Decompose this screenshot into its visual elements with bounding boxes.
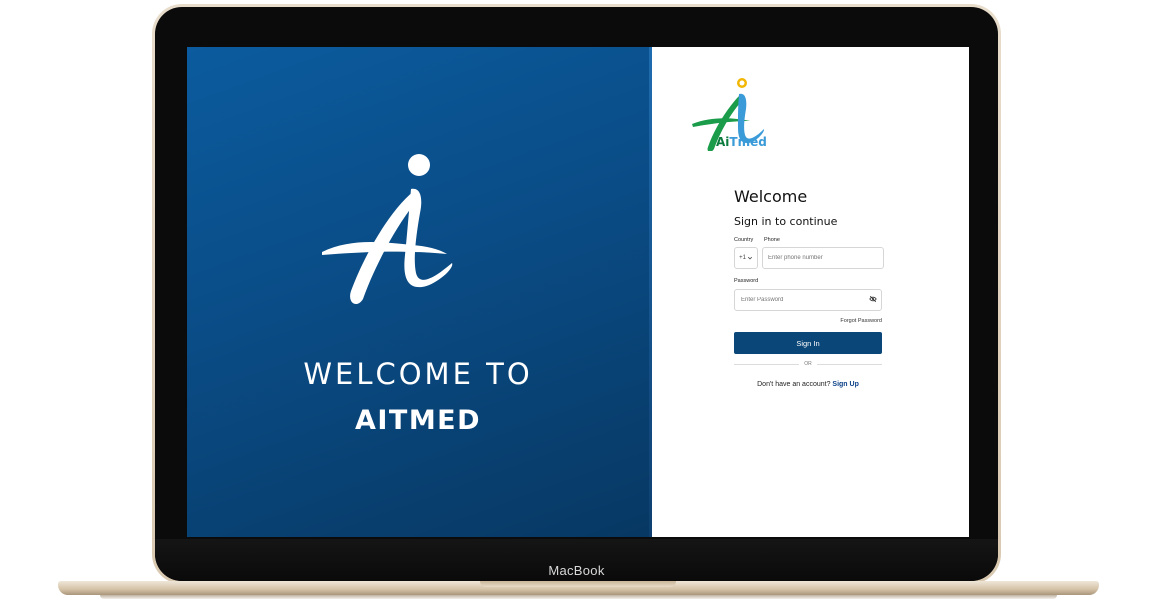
login-subtitle: Sign in to continue xyxy=(734,215,838,228)
hero-welcome-line2: AITMED xyxy=(354,405,482,436)
screen: WELCOME TO AITMED AiTmed Welcome Sign in… xyxy=(187,47,969,537)
base-foot xyxy=(100,595,1057,599)
bezel-chin: MacBook xyxy=(155,539,998,581)
password-field xyxy=(734,288,884,311)
phone-label: Phone xyxy=(764,237,780,243)
separator-line xyxy=(816,363,882,365)
base-notch xyxy=(480,581,676,587)
phone-row: +1 xyxy=(734,247,884,269)
login-title: Welcome xyxy=(734,187,808,206)
logo-wordmark: AiTmed xyxy=(716,135,767,149)
signup-prompt: Don't have an account? Sign Up xyxy=(734,381,882,388)
country-code-value: +1 xyxy=(739,255,746,261)
logo-wordmark-accent: Tmed xyxy=(729,135,767,149)
logo-wordmark-main: Ai xyxy=(716,135,730,149)
country-code-select[interactable]: +1 xyxy=(734,247,758,269)
sign-in-button[interactable]: Sign In xyxy=(734,332,882,354)
sign-up-link[interactable]: Sign Up xyxy=(832,381,858,388)
forgot-password-link[interactable]: Forgot Password xyxy=(734,318,884,324)
hero-panel: WELCOME TO AITMED xyxy=(187,47,649,537)
laptop-mockup: MacBook WELCOME TO AITMED AiTmed Welcome… xyxy=(0,0,1157,604)
device-brand-label: MacBook xyxy=(548,563,605,578)
login-panel: AiTmed Welcome Sign in to continue Count… xyxy=(652,47,969,537)
phone-input[interactable] xyxy=(762,247,884,269)
separator-line xyxy=(734,363,800,365)
aitmed-mark-icon xyxy=(322,154,453,305)
chevron-down-icon xyxy=(747,256,752,260)
or-label: OR xyxy=(804,361,812,367)
hero-welcome-line1: WELCOME TO xyxy=(303,357,533,391)
eye-slash-icon[interactable] xyxy=(869,295,877,303)
no-account-text: Don't have an account? xyxy=(757,381,833,388)
login-form: Welcome Sign in to continue Country Phon… xyxy=(734,187,884,388)
country-label: Country xyxy=(734,237,754,243)
phone-labels: Country Phone xyxy=(734,237,884,243)
or-separator: OR xyxy=(734,361,882,367)
password-label: Password xyxy=(734,278,759,284)
password-input[interactable] xyxy=(734,289,882,311)
